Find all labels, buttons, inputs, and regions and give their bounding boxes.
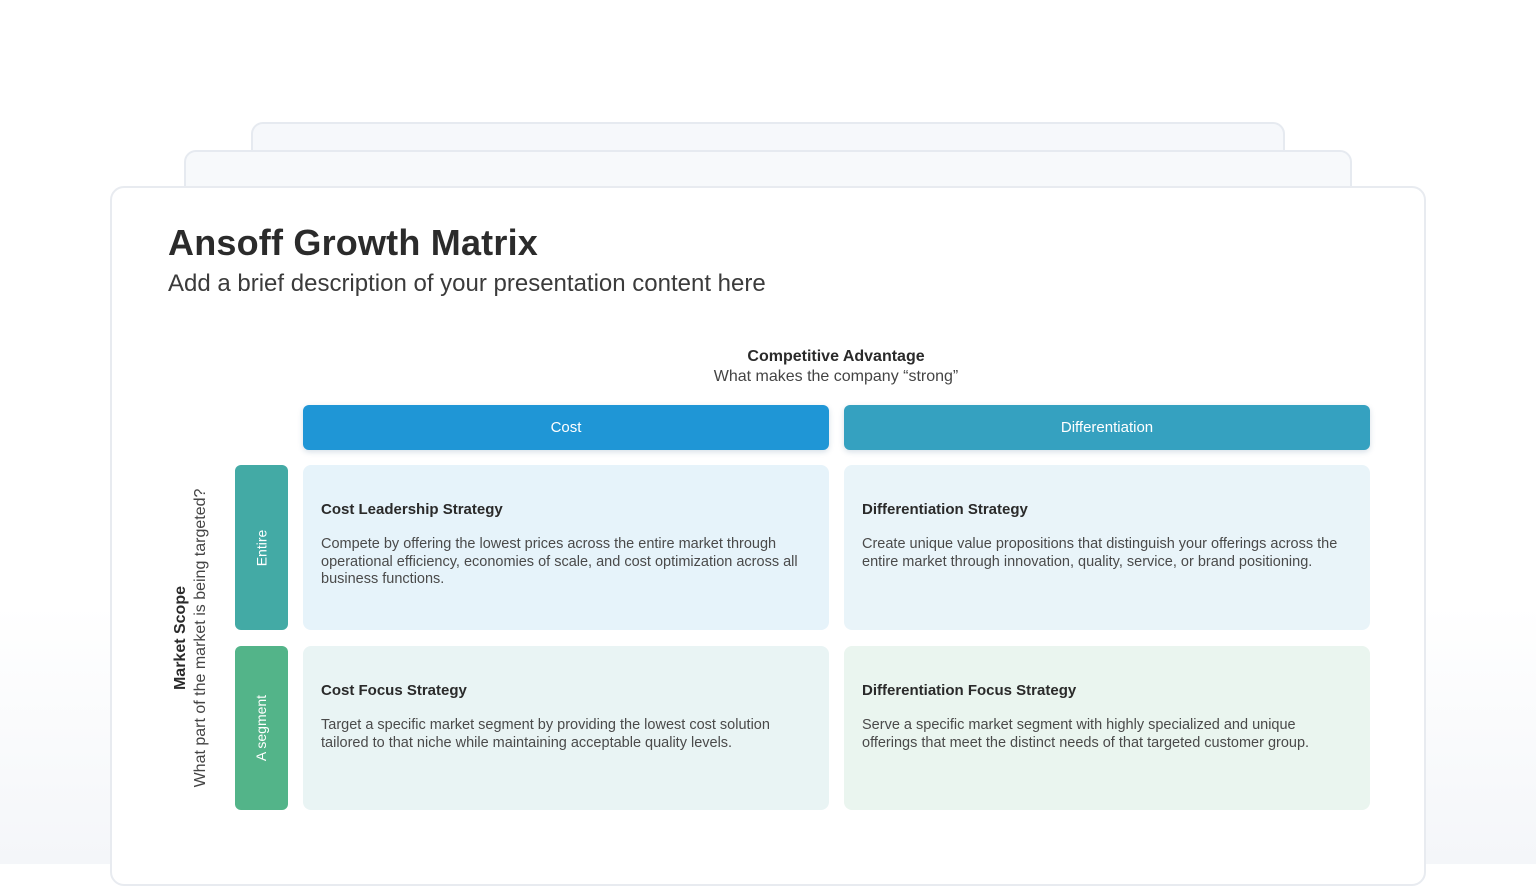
cell-differentiation: Differentiation Strategy Create unique v… bbox=[844, 465, 1370, 630]
slide-title: Ansoff Growth Matrix bbox=[168, 222, 538, 263]
row-header-segment: A segment bbox=[235, 646, 288, 810]
cell-text: Serve a specific market segment with hig… bbox=[862, 717, 1310, 751]
y-axis-description: What part of the market is being targete… bbox=[192, 488, 209, 788]
row-header-entire: Entire bbox=[235, 465, 288, 630]
cell-text: Compete by offering the lowest prices ac… bbox=[321, 536, 798, 587]
cell-title: Cost Focus Strategy bbox=[321, 682, 467, 699]
x-axis-label: Competitive Advantage What makes the com… bbox=[636, 348, 1036, 386]
row-header-entire-label: Entire bbox=[253, 529, 270, 566]
y-axis-label: Market Scope What part of the market is … bbox=[172, 473, 218, 803]
x-axis-title: Competitive Advantage bbox=[747, 348, 925, 365]
x-axis-description: What makes the company “strong” bbox=[713, 368, 959, 385]
column-header-cost: Cost bbox=[303, 405, 829, 450]
cell-cost-focus: Cost Focus Strategy Target a specific ma… bbox=[303, 646, 829, 810]
cell-title: Cost Leadership Strategy bbox=[321, 501, 503, 518]
cell-title: Differentiation Strategy bbox=[862, 501, 1028, 518]
cell-text: Create unique value propositions that di… bbox=[862, 536, 1338, 570]
cell-title: Differentiation Focus Strategy bbox=[862, 682, 1077, 699]
cell-cost-leadership: Cost Leadership Strategy Compete by offe… bbox=[303, 465, 829, 630]
column-header-differentiation: Differentiation bbox=[844, 405, 1370, 450]
slide-subtitle: Add a brief description of your presenta… bbox=[168, 270, 766, 297]
row-header-segment-label: A segment bbox=[253, 694, 270, 762]
y-axis-title: Market Scope bbox=[172, 585, 189, 691]
cell-text: Target a specific market segment by prov… bbox=[321, 717, 770, 751]
cell-differentiation-focus: Differentiation Focus Strategy Serve a s… bbox=[844, 646, 1370, 810]
